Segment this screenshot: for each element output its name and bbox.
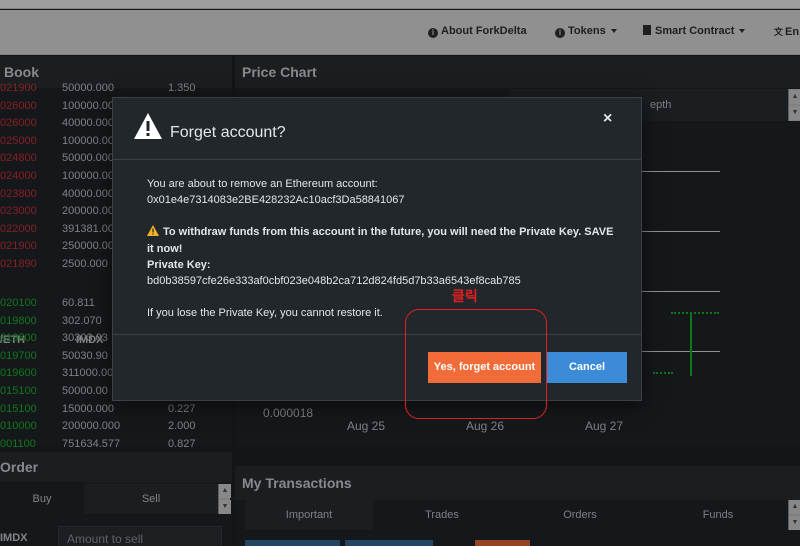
forget-account-modal: Forget account? × You are about to remov… bbox=[112, 97, 642, 401]
private-key-warning: To withdraw funds from this account in t… bbox=[147, 225, 614, 255]
click-annotation-box bbox=[405, 309, 547, 419]
private-key-value: bd0b38597cfe26e333af0cbf023e048b2ca712d8… bbox=[147, 275, 521, 287]
account-address: 0x01e4e7314083e2BE428232Ac10acf3Da588410… bbox=[147, 194, 405, 206]
warning-icon bbox=[133, 112, 163, 145]
modal-footer-divider bbox=[113, 334, 641, 335]
modal-title: Forget account? bbox=[170, 124, 286, 141]
warning-icon bbox=[147, 225, 159, 241]
click-annotation-label: 클릭 bbox=[452, 288, 478, 304]
modal-header: Forget account? × bbox=[113, 98, 641, 160]
modal-body: You are about to remove an Ethereum acco… bbox=[147, 176, 617, 321]
private-key-label: Private Key: bbox=[147, 259, 211, 271]
close-icon[interactable]: × bbox=[603, 110, 612, 128]
cancel-button[interactable]: Cancel bbox=[547, 352, 627, 383]
remove-message: You are about to remove an Ethereum acco… bbox=[147, 178, 378, 190]
